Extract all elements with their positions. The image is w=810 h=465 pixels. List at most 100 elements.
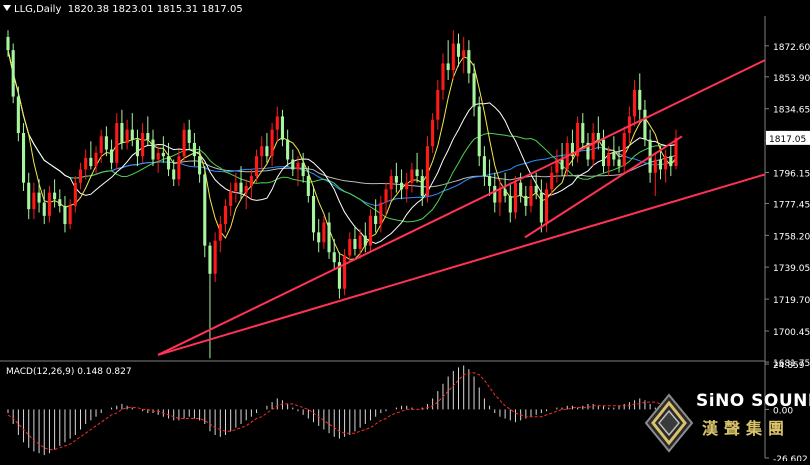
candle-body [498,189,502,203]
dropdown-arrow-icon[interactable] [3,5,11,11]
candle-body [332,252,336,263]
candle-body [249,176,253,186]
candle-body [643,109,647,140]
candle-body [89,157,93,167]
candle-body [322,222,326,243]
price-tick-label: 1739.05 [773,264,810,274]
candle-body [591,132,595,160]
candle-body [203,174,207,246]
candle-body [488,176,492,186]
candle-body [192,142,196,157]
candle-body [617,159,621,167]
ohlc-values: 1820.38 1823.01 1815.31 1817.05 [67,4,243,15]
candle-body [317,232,321,243]
candle-body [384,189,388,203]
candle-body [223,205,228,225]
candle-body [612,152,616,160]
candle-body [653,159,657,173]
candle-body [327,222,331,253]
candle-body [368,215,373,246]
upper-trendline [157,59,766,356]
candle-body [451,43,455,71]
candle-body [234,182,238,191]
candle-body [544,189,549,223]
ma-line-60 [7,50,677,188]
price-tick-label: 1777.45 [773,200,810,210]
candle-body [94,152,98,167]
candle-body [394,176,398,183]
brand-name: SiNO SOUND [696,391,810,411]
candle-body [674,137,678,167]
candle-body [456,43,461,57]
symbol-label: LLG,Daily [14,4,62,15]
candle-body [607,152,611,167]
price-tick-label: 1719.70 [773,296,810,306]
candle-body [265,146,269,157]
candle-body [275,116,279,130]
lower-trendline [157,173,766,356]
candle-body [16,96,20,133]
price-tick-label: 1700.45 [773,328,810,338]
price-tick-label: 1834.65 [773,106,810,116]
candle-body [172,169,176,180]
price-tick-label: 1758.20 [773,232,810,242]
candle-body [21,132,26,183]
candle-body [156,152,160,160]
candle-body [37,192,41,203]
ma-line-5 [7,50,677,261]
candle-body [379,202,383,225]
candle-body [218,224,222,241]
candle-body [11,50,15,97]
ma-line-21 [7,50,677,223]
candle-body [53,192,57,200]
candle-body [638,89,642,110]
candle-body [182,129,186,157]
candle-body [301,162,305,177]
candle-body [581,123,585,143]
candle-body [296,162,300,170]
candle-body [47,192,51,216]
candle-body [358,235,362,249]
candle-body [229,190,233,206]
candle-body [534,185,538,193]
candle-body [462,50,466,57]
candle-body [415,169,419,177]
candle-body [622,132,626,167]
candle-body [601,139,606,167]
candle-body [399,182,404,190]
candle-body [260,146,264,157]
candle-body [110,149,114,163]
candle-body [146,132,150,140]
candle-body [343,255,347,289]
candle-body [503,189,507,196]
candle-body [68,205,72,225]
price-tick-label: 1853.90 [773,74,810,84]
candle-body [441,63,445,90]
candle-body [405,182,409,190]
candle-body [658,159,663,170]
candle-body [306,176,310,196]
candle-body [27,182,31,210]
candle-body [508,195,512,213]
candle-body [58,199,62,206]
ma-line-13 [7,50,677,245]
candle-body [104,136,108,150]
candle-body [560,159,564,170]
candle-body [596,132,600,140]
diamond-logo-icon [644,393,694,453]
candle-body [311,195,316,233]
candle-body [73,182,77,206]
candle-body [550,172,554,190]
candle-body [32,192,36,210]
candle-body [270,129,274,157]
candle-body [78,169,83,183]
price-tick-label: 1796.15 [773,169,810,179]
candle-body [374,215,378,225]
brand-logo: SiNO SOUND 漢聲集團 [644,387,810,461]
candle-body [141,132,145,157]
candle-body [166,156,171,170]
chart-window: 1872.601853.901834.651815.351796.151777.… [0,0,810,465]
chart-header: LLG,Daily 1820.38 1823.01 1815.31 1817.0… [3,4,243,15]
brand-chinese-name: 漢聲集團 [702,419,791,438]
candle-body [291,159,295,170]
